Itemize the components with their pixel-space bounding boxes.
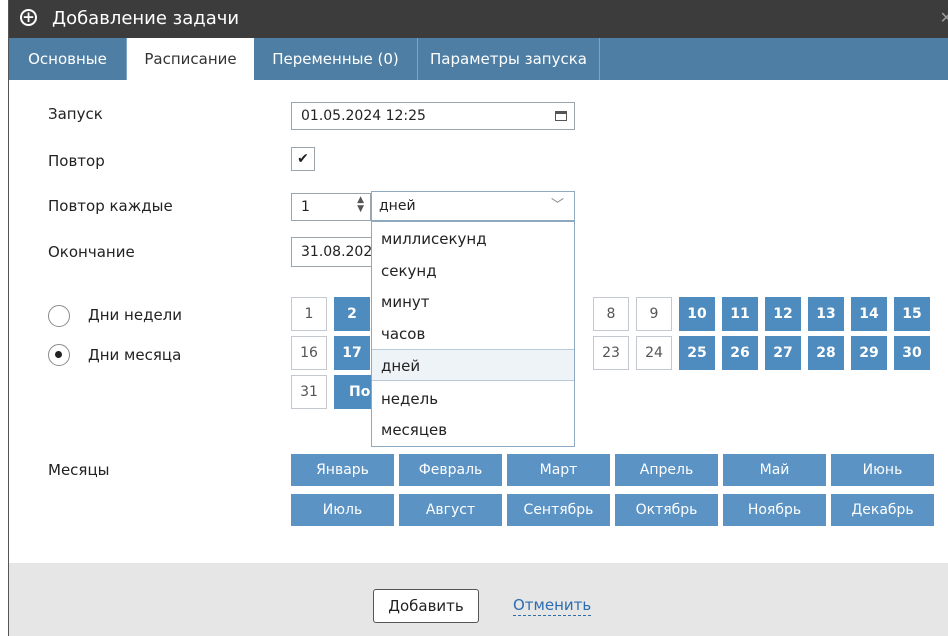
chevron-down-icon: ﹀: [550, 198, 564, 213]
unit-option-hours[interactable]: часов: [372, 318, 574, 350]
day-26-toggle[interactable]: 26: [722, 336, 758, 370]
month-4-button[interactable]: Апрель: [615, 454, 718, 486]
day-8-toggle[interactable]: 8: [593, 297, 629, 331]
monthdays-label: Дни месяца: [88, 346, 182, 364]
repeat-unit-select[interactable]: дней ﹀: [371, 191, 575, 221]
day-13-toggle[interactable]: 13: [808, 297, 844, 331]
month-10-button[interactable]: Октябрь: [615, 494, 718, 526]
day-15-toggle[interactable]: 15: [894, 297, 930, 331]
month-12-button[interactable]: Декабрь: [831, 494, 934, 526]
end-label: Окончание: [48, 243, 135, 261]
day-12-toggle[interactable]: 12: [765, 297, 801, 331]
day-27-toggle[interactable]: 27: [765, 336, 801, 370]
month-3-button[interactable]: Март: [507, 454, 610, 486]
start-label: Запуск: [48, 105, 103, 123]
start-datetime-input[interactable]: 01.05.2024 12:25: [291, 102, 575, 130]
day-16-toggle[interactable]: 16: [291, 336, 327, 370]
tab-variables[interactable]: Переменные (0): [254, 38, 418, 80]
tab-schedule[interactable]: Расписание: [127, 38, 254, 80]
unit-option-weeks[interactable]: недель: [372, 383, 574, 415]
day-11-toggle[interactable]: 11: [722, 297, 758, 331]
day-29-toggle[interactable]: 29: [851, 336, 887, 370]
weekdays-radio[interactable]: [48, 305, 70, 327]
month-7-button[interactable]: Июль: [291, 494, 394, 526]
repeat-checkbox[interactable]: ✔: [291, 147, 315, 171]
month-6-button[interactable]: Июнь: [831, 454, 934, 486]
day-30-toggle[interactable]: 30: [894, 336, 930, 370]
add-button[interactable]: Добавить: [373, 589, 479, 623]
tab-launch-params[interactable]: Параметры запуска: [418, 38, 600, 80]
stepper-arrows-icon[interactable]: ▲ ▼: [357, 196, 364, 214]
add-circle-icon: +: [20, 9, 37, 26]
unit-option-seconds[interactable]: секунд: [372, 255, 574, 287]
title-bar: + Добавление задачи ✕: [9, 0, 948, 38]
repeat-unit-dropdown: миллисекунд секунд минут часов дней неде…: [371, 221, 575, 447]
repeat-interval-value: 1: [301, 199, 310, 215]
end-date-value: 31.08.202: [301, 244, 373, 260]
month-1-button[interactable]: Январь: [291, 454, 394, 486]
unit-option-days[interactable]: дней: [372, 349, 574, 381]
repeat-every-label: Повтор каждые: [48, 197, 173, 215]
day-17-toggle[interactable]: 17: [334, 336, 370, 370]
close-icon[interactable]: ✕: [940, 8, 948, 27]
repeat-unit-value: дней: [379, 198, 416, 214]
day-31-toggle[interactable]: 31: [291, 375, 327, 409]
unit-option-minutes[interactable]: минут: [372, 286, 574, 318]
month-9-button[interactable]: Сентябрь: [507, 494, 610, 526]
month-11-button[interactable]: Ноябрь: [723, 494, 826, 526]
months-label: Месяцы: [48, 461, 110, 479]
day-25-toggle[interactable]: 25: [679, 336, 715, 370]
add-task-dialog: + Добавление задачи ✕ Основные Расписани…: [8, 0, 948, 636]
repeat-label: Повтор: [48, 152, 105, 170]
day-14-toggle[interactable]: 14: [851, 297, 887, 331]
month-8-button[interactable]: Август: [399, 494, 502, 526]
day-24-toggle[interactable]: 24: [636, 336, 672, 370]
radio-dot-icon: [55, 351, 62, 358]
monthdays-radio[interactable]: [48, 344, 70, 366]
unit-option-months[interactable]: месяцев: [372, 414, 574, 446]
tab-bar: Основные Расписание Переменные (0) Парам…: [9, 38, 948, 80]
day-9-toggle[interactable]: 9: [636, 297, 672, 331]
month-2-button[interactable]: Февраль: [399, 454, 502, 486]
day-28-toggle[interactable]: 28: [808, 336, 844, 370]
weekdays-label: Дни недели: [88, 306, 183, 324]
start-datetime-value: 01.05.2024 12:25: [301, 108, 426, 124]
checkmark-icon: ✔: [297, 151, 309, 167]
day-10-toggle[interactable]: 10: [679, 297, 715, 331]
cancel-button[interactable]: Отменить: [513, 596, 592, 616]
month-5-button[interactable]: Май: [723, 454, 826, 486]
day-2-toggle[interactable]: 2: [334, 297, 370, 331]
dialog-title: Добавление задачи: [52, 8, 240, 29]
day-23-toggle[interactable]: 23: [593, 336, 629, 370]
calendar-icon[interactable]: [555, 111, 567, 121]
day-1-toggle[interactable]: 1: [291, 297, 327, 331]
end-date-input[interactable]: 31.08.202: [291, 237, 381, 267]
repeat-interval-stepper[interactable]: 1 ▲ ▼: [291, 193, 371, 221]
unit-option-milliseconds[interactable]: миллисекунд: [372, 223, 574, 255]
tab-main[interactable]: Основные: [9, 38, 127, 80]
